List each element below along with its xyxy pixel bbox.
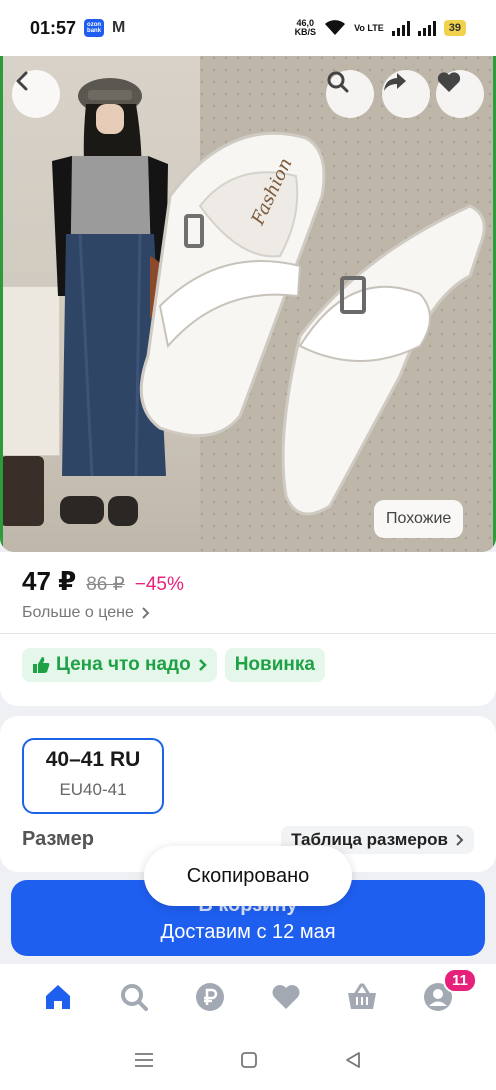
share-arrow-icon [384, 73, 406, 91]
volte-indicator: Vo LTE [354, 22, 384, 33]
search-icon [121, 984, 148, 1011]
nav-bank[interactable] [185, 972, 235, 1022]
size-eu: EU40-41 [59, 780, 127, 799]
signal-icon-2 [417, 20, 436, 36]
share-button[interactable] [382, 70, 430, 118]
battery-indicator: 39 [443, 20, 466, 36]
photo-border-left [0, 56, 3, 552]
product-illustration: Fashion [0, 78, 486, 526]
ruble-icon [196, 983, 224, 1011]
delivery-date: Доставим с 12 мая [160, 921, 336, 943]
status-bar: 01:57 ozon bank M 46,0 KB/S Vo LTE 39 [0, 0, 496, 56]
nav-home[interactable] [33, 972, 83, 1022]
divider [0, 633, 496, 634]
size-label: Размер [22, 828, 95, 850]
back-triangle-icon[interactable] [344, 1051, 362, 1069]
home-square-icon[interactable] [240, 1051, 258, 1069]
size-option-selected[interactable]: 40–41 RU EU40-41 [22, 738, 164, 814]
good-price-label: Цена что надо [56, 654, 191, 675]
system-nav [0, 1030, 496, 1090]
size-ru: 40–41 RU [45, 748, 141, 771]
price-details-label: Больше о цене [22, 604, 134, 621]
price-current: 47 ₽ [22, 566, 77, 596]
favorite-button[interactable] [436, 70, 484, 118]
chevron-right-icon [142, 607, 150, 619]
price-details-link[interactable]: Больше о цене [22, 604, 150, 622]
copied-toast: Скопировано [144, 846, 352, 906]
nav-favorites[interactable] [261, 972, 311, 1022]
similar-button[interactable]: Похожие [374, 500, 464, 538]
search-button[interactable] [326, 70, 374, 118]
chevron-right-icon [456, 834, 464, 846]
thumbs-up-icon [33, 657, 50, 673]
basket-icon [348, 983, 376, 1009]
search-icon [327, 71, 349, 93]
nav-cart[interactable] [337, 972, 387, 1022]
signal-icon [391, 20, 410, 36]
network-speed: 46,0 KB/S [294, 18, 317, 37]
price-old: 86 ₽ [86, 574, 125, 595]
chevron-right-icon [198, 659, 207, 671]
bottom-nav: 11 [0, 964, 496, 1030]
heart-icon [272, 985, 300, 1009]
product-photo[interactable]: Fashion Похожие [0, 56, 496, 552]
new-badge: Новинка [224, 648, 325, 682]
home-icon [46, 985, 70, 1009]
price-row: 47 ₽ 86 ₽ −45% [22, 566, 184, 597]
price-card: 47 ₽ 86 ₽ −45% Больше о цене Цена что на… [0, 552, 496, 706]
good-price-badge[interactable]: Цена что надо [22, 648, 217, 682]
price-discount: −45% [134, 574, 184, 595]
nav-search[interactable] [109, 972, 159, 1022]
new-badge-label: Новинка [234, 654, 315, 675]
back-button[interactable] [12, 70, 60, 118]
notification-badge: 11 [443, 968, 477, 993]
gmail-icon: M [112, 19, 126, 36]
heart-icon [437, 72, 461, 92]
badges: Цена что надо Новинка [22, 648, 325, 682]
menu-icon[interactable] [134, 1052, 154, 1068]
chevron-left-icon [16, 71, 28, 91]
wifi-icon [325, 20, 346, 35]
status-time: 01:57 [30, 17, 77, 38]
nav-profile[interactable]: 11 [413, 968, 477, 1022]
ozon-bank-icon: ozon bank [84, 19, 105, 37]
